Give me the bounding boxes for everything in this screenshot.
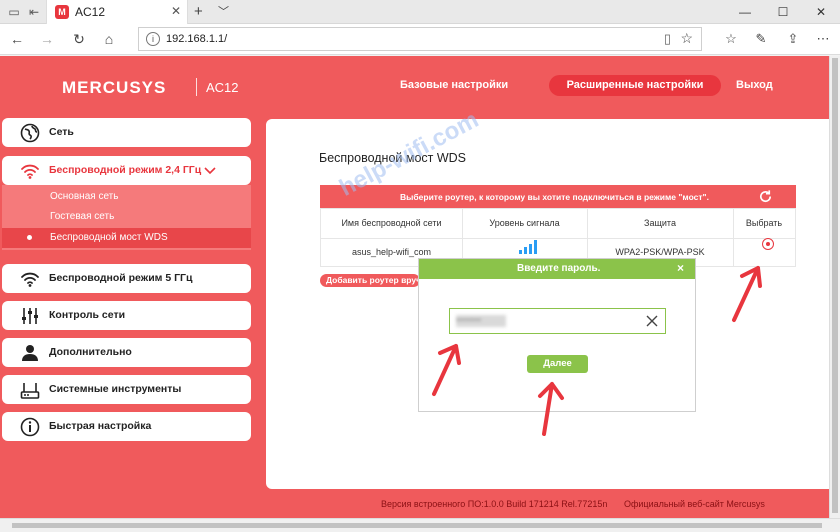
nav-advanced-settings[interactable]: Расширенные настройки bbox=[549, 75, 721, 96]
instruction-banner: Выберите роутер, к которому вы хотите по… bbox=[320, 185, 796, 208]
info-icon[interactable]: i bbox=[146, 32, 160, 46]
submenu-item-main-network[interactable]: Основная сеть bbox=[2, 187, 251, 207]
mercusys-favicon-icon: M bbox=[55, 5, 69, 19]
router-page: MERCUSYS AC12 Базовые настройки Расширен… bbox=[0, 56, 829, 518]
add-router-label: Добавить роутер вручную bbox=[326, 275, 420, 285]
password-value: •••••••• bbox=[456, 315, 506, 327]
sidebar-item-label: Дополнительно bbox=[49, 346, 132, 358]
column-header-signal: Уровень сигнала bbox=[489, 218, 560, 228]
submenu-item-label: Беспроводной мост WDS bbox=[50, 232, 168, 243]
sidebar-item-network-control[interactable]: Контроль сети bbox=[2, 301, 251, 330]
nav-logout[interactable]: Выход bbox=[736, 79, 773, 91]
wifi-icon bbox=[21, 272, 39, 287]
sidebar-item-quick-setup[interactable]: Быстрая настройка bbox=[2, 412, 251, 441]
sidebar-item-label: Беспроводной режим 5 ГГц bbox=[49, 272, 193, 284]
user-icon bbox=[22, 345, 38, 361]
url-text[interactable]: 192.168.1.1/ bbox=[166, 33, 227, 45]
dialog-header: Введите пароль. × bbox=[419, 259, 695, 279]
banner-text: Выберите роутер, к которому вы хотите по… bbox=[400, 192, 709, 202]
submenu-item-label: Гостевая сеть bbox=[50, 211, 115, 222]
next-button[interactable]: Далее bbox=[527, 355, 588, 373]
horizontal-scrollbar[interactable] bbox=[0, 518, 840, 532]
address-bar[interactable]: i 192.168.1.1/ ▯ ☆ bbox=[138, 27, 702, 51]
dialog-title: Введите пароль. bbox=[517, 263, 601, 274]
sidebar-item-wireless-24[interactable]: Беспроводной режим 2,4 ГГц bbox=[2, 156, 251, 185]
logo-divider bbox=[196, 78, 197, 96]
back-icon[interactable]: ← bbox=[8, 30, 26, 48]
chevron-down-icon[interactable] bbox=[203, 163, 217, 177]
sidebar-item-wireless-5[interactable]: Беспроводной режим 5 ГГц bbox=[2, 264, 251, 293]
column-header-ssid: Имя беспроводной сети bbox=[341, 218, 442, 228]
close-icon[interactable]: ✕ bbox=[171, 4, 181, 18]
firmware-version: Версия встроенного ПО:1.0.0 Build 171214… bbox=[381, 499, 608, 509]
sidebar-item-label: Быстрая настройка bbox=[49, 420, 152, 432]
column-header-select: Выбрать bbox=[745, 218, 783, 228]
back-tab-icon[interactable]: ⇤ bbox=[26, 4, 42, 20]
reading-view-icon[interactable]: ▯ bbox=[664, 31, 671, 47]
sidebar-item-label: Беспроводной режим 2,4 ГГц bbox=[49, 164, 202, 176]
password-input[interactable]: •••••••• bbox=[449, 308, 666, 334]
sidebar-item-network[interactable]: Сеть bbox=[2, 118, 251, 147]
submenu-item-guest-network[interactable]: Гостевая сеть bbox=[2, 207, 251, 227]
more-icon[interactable]: ⋯ bbox=[814, 30, 832, 48]
minimize-icon[interactable]: — bbox=[726, 0, 764, 24]
sliders-icon bbox=[22, 308, 38, 324]
new-tab-icon[interactable]: + bbox=[194, 3, 203, 20]
model-name: AC12 bbox=[206, 80, 239, 95]
mercusys-logo: MERCUSYS bbox=[62, 78, 167, 97]
home-icon[interactable]: ⌂ bbox=[100, 30, 118, 48]
share-icon[interactable]: ⇪ bbox=[784, 30, 802, 48]
annotation-arrow-icon bbox=[432, 344, 461, 396]
vertical-scrollbar[interactable] bbox=[829, 56, 840, 518]
tab-title: AC12 bbox=[75, 5, 106, 19]
sidebar-item-label: Системные инструменты bbox=[49, 383, 182, 395]
info-icon bbox=[20, 417, 40, 437]
add-router-manually-button[interactable]: Добавить роутер вручную bbox=[320, 274, 420, 287]
wireless-24-submenu: Основная сеть Гостевая сеть Беспроводной… bbox=[2, 185, 251, 250]
pen-icon[interactable]: ✎ bbox=[752, 30, 770, 48]
table-cell-security: WPA2-PSK/WPA-PSK bbox=[615, 247, 705, 257]
favorites-icon[interactable]: ☆ bbox=[722, 30, 740, 48]
official-site-link[interactable]: Официальный веб-сайт Mercusys bbox=[624, 499, 765, 509]
sidebar-item-label: Сеть bbox=[49, 126, 74, 138]
browser-tab[interactable]: M AC12 ✕ bbox=[46, 0, 188, 24]
clear-icon[interactable] bbox=[645, 314, 659, 328]
chevron-down-icon[interactable]: ﹀ bbox=[218, 3, 229, 19]
star-icon[interactable]: ☆ bbox=[680, 30, 693, 47]
annotation-arrow-icon bbox=[732, 266, 762, 322]
reload-icon[interactable]: ↻ bbox=[70, 30, 88, 48]
table-cell-ssid: asus_help-wifi_com bbox=[351, 247, 432, 257]
sidebar-item-system-tools[interactable]: Системные инструменты bbox=[2, 375, 251, 404]
wifi-icon bbox=[21, 164, 39, 179]
browser-tab-bar: ▭ ⇤ M AC12 ✕ + ﹀ — ☐ ✕ bbox=[0, 0, 840, 24]
submenu-item-label: Основная сеть bbox=[50, 191, 119, 202]
annotation-arrow-icon bbox=[538, 382, 564, 436]
globe-icon bbox=[20, 123, 40, 143]
column-header-security: Защита bbox=[644, 218, 676, 228]
submenu-item-wds-bridge[interactable]: Беспроводной мост WDS bbox=[2, 228, 251, 248]
maximize-icon[interactable]: ☐ bbox=[764, 0, 802, 24]
sidebar-item-label: Контроль сети bbox=[49, 309, 126, 321]
router-icon bbox=[20, 383, 40, 399]
refresh-icon[interactable] bbox=[758, 189, 773, 204]
nav-basic-settings[interactable]: Базовые настройки bbox=[400, 79, 508, 91]
tab-preview-icon[interactable]: ▭ bbox=[6, 4, 22, 20]
select-network-radio[interactable] bbox=[762, 238, 774, 250]
signal-strength-icon bbox=[519, 240, 537, 254]
close-icon[interactable]: × bbox=[677, 261, 684, 275]
browser-nav-bar: ← → ↻ ⌂ i 192.168.1.1/ ▯ ☆ ☆ ✎ ⇪ ⋯ bbox=[0, 24, 840, 55]
window-close-icon[interactable]: ✕ bbox=[802, 0, 840, 24]
sidebar-item-advanced[interactable]: Дополнительно bbox=[2, 338, 251, 367]
forward-icon[interactable]: → bbox=[38, 30, 56, 48]
selected-dot bbox=[27, 235, 32, 240]
